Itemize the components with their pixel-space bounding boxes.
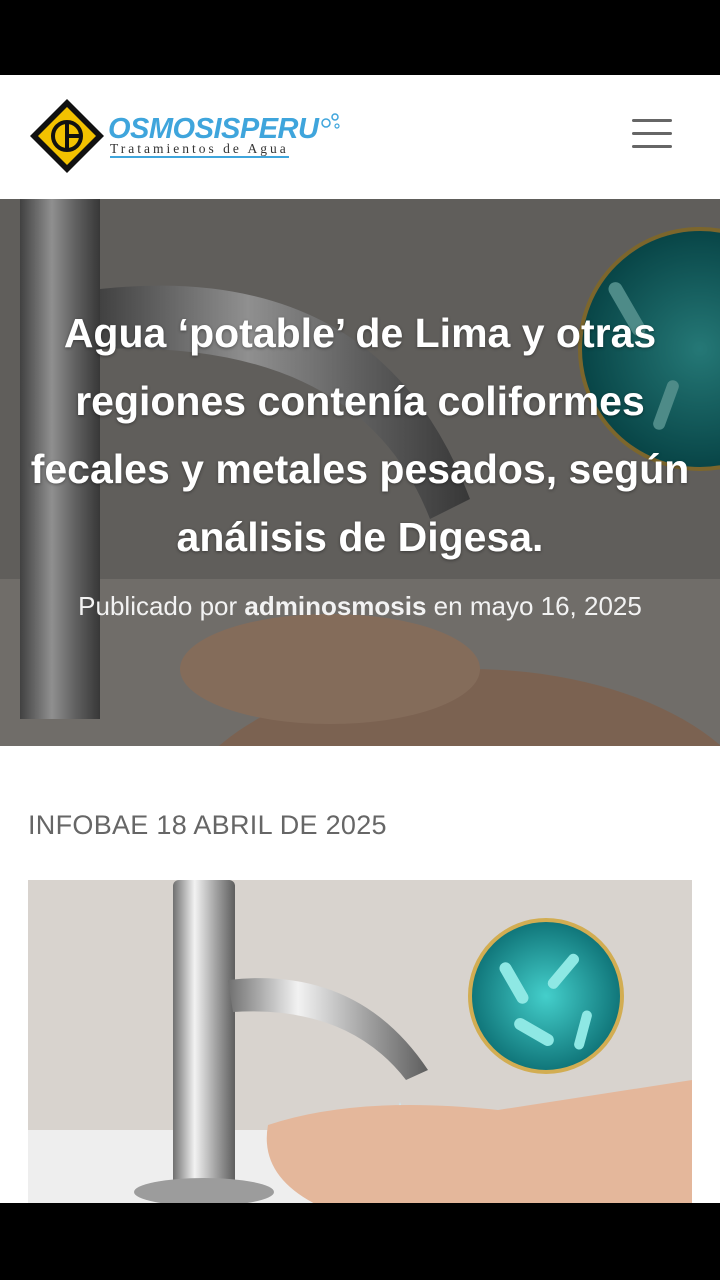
- post-title[interactable]: Agua ‘potable’ de Lima y otras regiones …: [20, 299, 700, 571]
- post-date: mayo 16, 2025: [469, 591, 642, 621]
- post-meta: Publicado por adminosmosis en mayo 16, 2…: [0, 589, 720, 623]
- hero-banner: Agua ‘potable’ de Lima y otras regiones …: [0, 199, 720, 746]
- logo-mark-icon: [30, 99, 104, 173]
- meta-middle: en: [426, 591, 470, 621]
- system-nav-bar: [0, 1203, 720, 1280]
- post-author-link[interactable]: adminosmosis: [244, 591, 426, 621]
- menu-button[interactable]: [628, 117, 672, 151]
- bubbles-icon: [321, 113, 340, 129]
- article-image-art: [28, 880, 692, 1203]
- site-logo[interactable]: OSMOSISPERU Tratamientos de Agua: [28, 97, 348, 177]
- site-header: OSMOSISPERU Tratamientos de Agua: [0, 75, 720, 199]
- status-bar: [0, 0, 720, 75]
- logo-tagline: Tratamientos de Agua: [110, 141, 289, 158]
- meta-prefix: Publicado por: [78, 591, 245, 621]
- article-content: INFOBAE 18 ABRIL DE 2025: [0, 746, 720, 1203]
- article-source-line: INFOBAE 18 ABRIL DE 2025: [28, 810, 387, 840]
- article-image: [28, 880, 692, 1203]
